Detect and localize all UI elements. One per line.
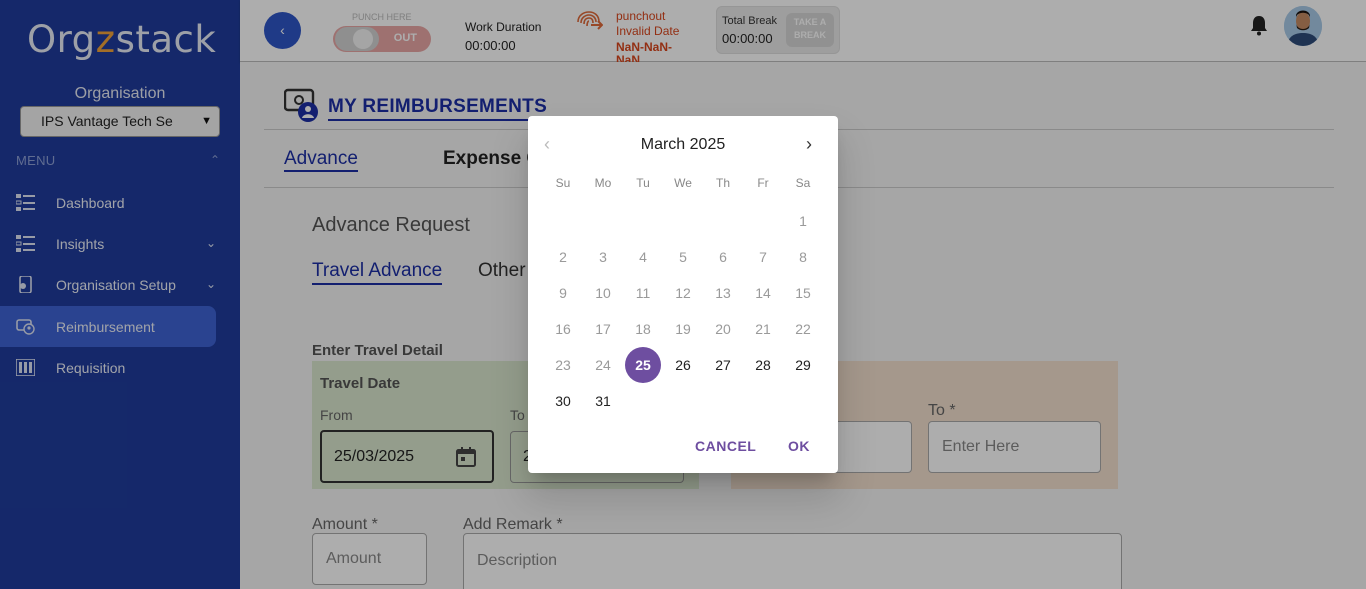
cancel-button[interactable]: CANCEL (695, 438, 756, 454)
weekday-label: Sa (795, 176, 811, 190)
calendar-day[interactable]: 10 (585, 275, 621, 311)
calendar-day[interactable]: 27 (705, 347, 741, 383)
datepicker-dialog: ‹ March 2025 › Su Mo Tu We Th Fr Sa 1234… (528, 116, 838, 473)
calendar-day[interactable]: 19 (665, 311, 701, 347)
weekday-label: Fr (757, 176, 769, 190)
calendar-day[interactable]: 16 (545, 311, 581, 347)
ok-button[interactable]: OK (788, 438, 810, 454)
calendar-day[interactable]: 13 (705, 275, 741, 311)
calendar-day[interactable]: 21 (745, 311, 781, 347)
calendar-day[interactable]: 8 (785, 239, 821, 275)
calendar-day[interactable]: 18 (625, 311, 661, 347)
calendar-day[interactable]: 9 (545, 275, 581, 311)
weekday-label: Th (715, 176, 730, 190)
weekday-label: Tu (636, 176, 650, 190)
calendar-day[interactable]: 14 (745, 275, 781, 311)
calendar-day[interactable]: 24 (585, 347, 621, 383)
calendar-day[interactable]: 26 (665, 347, 701, 383)
calendar-day[interactable]: 31 (585, 383, 621, 419)
calendar-day[interactable]: 30 (545, 383, 581, 419)
calendar-day[interactable]: 3 (585, 239, 621, 275)
weekday-label: We (674, 176, 692, 190)
calendar-day[interactable]: 2 (545, 239, 581, 275)
chevron-right-icon[interactable]: › (806, 134, 822, 155)
calendar-day[interactable]: 22 (785, 311, 821, 347)
calendar-day[interactable]: 11 (625, 275, 661, 311)
calendar-day[interactable]: 15 (785, 275, 821, 311)
weekday-label: Su (555, 176, 571, 190)
calendar-day[interactable]: 4 (625, 239, 661, 275)
weekday-label: Mo (594, 176, 612, 190)
datepicker-month-label[interactable]: March 2025 (528, 136, 838, 154)
calendar-day[interactable]: 6 (705, 239, 741, 275)
calendar-day[interactable]: 7 (745, 239, 781, 275)
calendar-day[interactable]: 5 (665, 239, 701, 275)
calendar-day[interactable]: 1 (785, 203, 821, 239)
calendar-day[interactable]: 28 (745, 347, 781, 383)
calendar-day[interactable]: 29 (785, 347, 821, 383)
calendar-day-selected[interactable]: 25 (625, 347, 661, 383)
calendar-day[interactable]: 23 (545, 347, 581, 383)
calendar-day[interactable]: 17 (585, 311, 621, 347)
calendar-day[interactable]: 20 (705, 311, 741, 347)
calendar-day[interactable]: 12 (665, 275, 701, 311)
